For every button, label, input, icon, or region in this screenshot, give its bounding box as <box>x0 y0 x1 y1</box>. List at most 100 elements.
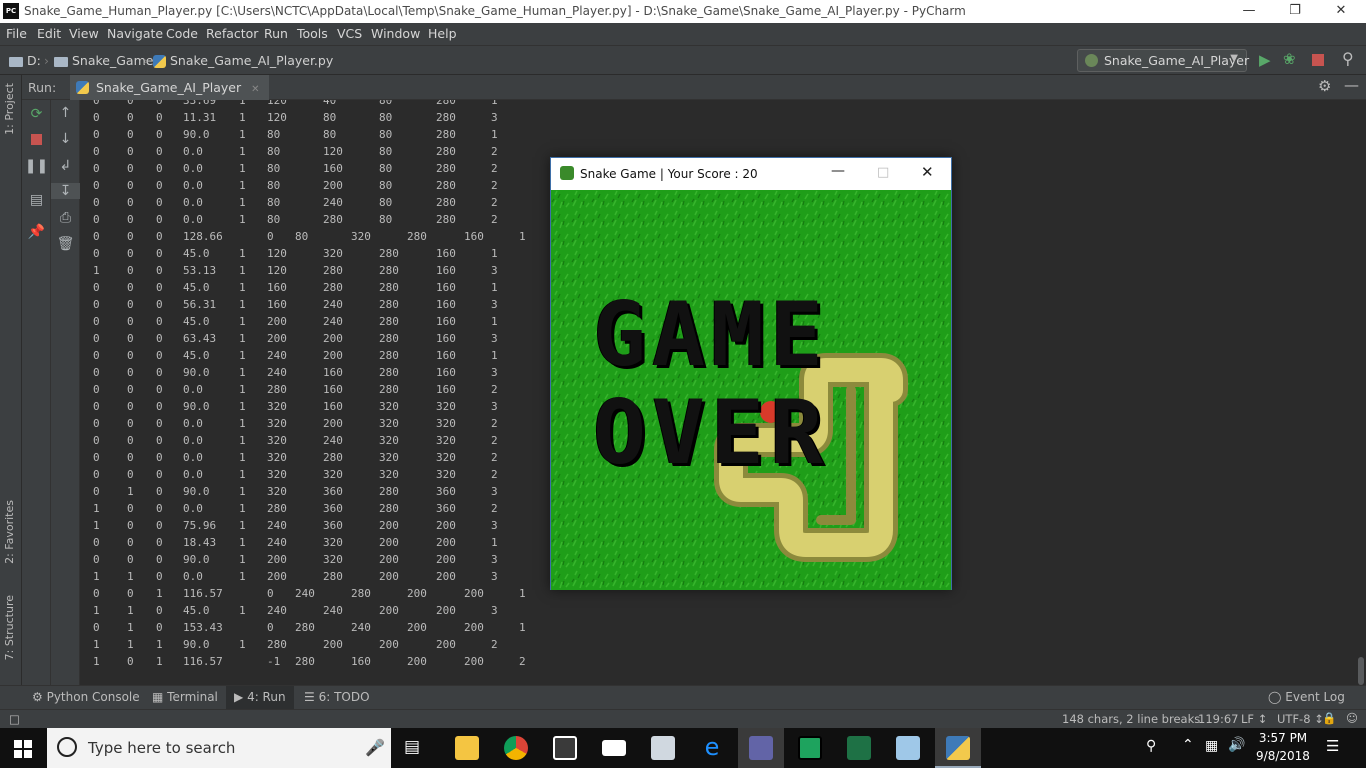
menu-window[interactable]: Window <box>371 26 420 41</box>
menu-file[interactable]: File <box>6 26 27 41</box>
scroll-to-end-icon[interactable]: ↧ <box>51 183 80 199</box>
close-tab-icon[interactable]: ✕ <box>251 84 259 95</box>
tab-todo[interactable]: ☰ 6: TODO <box>304 690 370 704</box>
notes-icon[interactable] <box>896 736 920 760</box>
network-icon[interactable]: ▦ <box>1205 738 1218 754</box>
volume-icon[interactable]: 🔊 <box>1228 737 1245 753</box>
mail-icon[interactable] <box>602 740 626 756</box>
pin-icon[interactable]: 📌 <box>22 224 51 240</box>
close-icon[interactable]: ✕ <box>921 163 934 181</box>
tab-python-console[interactable]: ⚙ Python Console <box>32 690 140 704</box>
teams-button[interactable] <box>738 728 784 768</box>
tab-todo-label: 6: TODO <box>318 690 370 704</box>
run-tab[interactable]: Snake_Game_AI_Player ✕ <box>70 75 270 100</box>
game-window[interactable]: Snake Game | Your Score : 20 — □ ✕ GAME … <box>550 157 952 590</box>
menu-help[interactable]: Help <box>428 26 457 41</box>
console-cell: 320 <box>379 434 399 447</box>
python-icon <box>946 736 970 760</box>
breadcrumb-drive[interactable]: D: <box>9 53 41 68</box>
console-cell: 2 <box>491 417 498 430</box>
menu-tools[interactable]: Tools <box>297 26 328 41</box>
pause-icon[interactable]: ❚❚ <box>22 158 51 174</box>
console-cell: 1 <box>239 400 246 413</box>
clock-time[interactable]: 3:57 PM <box>1258 731 1308 745</box>
console-cell: 320 <box>267 434 287 447</box>
run-icon[interactable]: ▶ <box>1259 51 1271 69</box>
run-configuration-select[interactable]: Snake_Game_AI_Player ▼ <box>1077 49 1249 72</box>
minimize-icon[interactable]: — <box>831 163 845 179</box>
console-cell: 0 <box>93 100 100 107</box>
tab-event-log[interactable]: ◯ Event Log <box>1268 690 1345 704</box>
tab-favorites[interactable]: 2: Favorites <box>3 500 16 564</box>
breadcrumb-folder-label: Snake_Game <box>71 53 154 68</box>
trash-icon[interactable]: 🗑 <box>51 236 80 252</box>
console-cell: 280 <box>323 570 343 583</box>
menu-run[interactable]: Run <box>264 26 288 41</box>
menu-vcs[interactable]: VCS <box>337 26 362 41</box>
excel-icon[interactable] <box>847 736 871 760</box>
close-icon[interactable]: ✕ <box>1318 0 1364 23</box>
search-icon[interactable]: ⚲ <box>1342 49 1354 68</box>
chevron-up-icon[interactable]: ⌃ <box>1182 737 1194 753</box>
tab-terminal[interactable]: ▦ Terminal <box>152 690 218 704</box>
run-panel-label: Run: <box>28 80 57 95</box>
layout-icon[interactable]: ▤ <box>22 192 51 208</box>
menu-edit[interactable]: Edit <box>37 26 61 41</box>
windows-start-icon[interactable] <box>14 740 32 758</box>
stop-icon[interactable] <box>1312 54 1324 66</box>
file-explorer-icon[interactable] <box>455 736 479 760</box>
console-cell: 3 <box>491 366 498 379</box>
clock-date[interactable]: 9/8/2018 <box>1256 749 1310 763</box>
console-cell: 0 <box>156 349 163 362</box>
console-cell: 0 <box>156 553 163 566</box>
console-cell: 280 <box>379 332 399 345</box>
game-canvas[interactable]: GAME OVER <box>551 190 951 590</box>
print-icon[interactable]: ⎙ <box>51 210 80 226</box>
pycharm-taskbar-icon[interactable] <box>798 736 822 760</box>
console-cell: 320 <box>323 468 343 481</box>
stop-run-icon[interactable] <box>22 133 51 149</box>
arrow-down-icon[interactable]: ↓ <box>51 131 80 147</box>
tab-run[interactable]: ▶ 4: Run <box>226 686 294 710</box>
tab-project[interactable]: 1: Project <box>3 83 16 135</box>
minimize-icon[interactable]: — <box>1226 0 1272 23</box>
snipping-tool-icon[interactable] <box>651 736 675 760</box>
python-game-button[interactable] <box>935 728 981 768</box>
console-scrollbar[interactable] <box>1358 657 1364 685</box>
file-encoding[interactable]: UTF-8 ↕ <box>1277 712 1324 726</box>
taskbar-search-box[interactable]: Type here to search 🎤 <box>47 728 391 768</box>
store-icon[interactable] <box>553 736 577 760</box>
debug-icon[interactable]: ❀ <box>1283 50 1296 68</box>
console-cell: 320 <box>379 451 399 464</box>
soft-wrap-icon[interactable]: ↲ <box>51 158 80 174</box>
lock-icon[interactable]: 🔒 <box>1322 711 1336 725</box>
arrow-up-icon[interactable]: ↑ <box>51 105 80 121</box>
rerun-icon[interactable]: ⟳ <box>22 106 51 122</box>
toggle-tool-windows-icon[interactable]: □ <box>9 712 20 726</box>
inspector-icon[interactable]: ☺ <box>1346 711 1358 725</box>
breadcrumb-folder[interactable]: Snake_Game <box>54 53 153 68</box>
windows-taskbar: Type here to search 🎤 ▤ e ⚲ ⌃ ▦ 🔊 3:57 P… <box>0 728 1366 768</box>
menu-code[interactable]: Code <box>166 26 198 41</box>
hide-panel-icon[interactable]: — <box>1344 76 1359 94</box>
microphone-icon[interactable]: 🎤 <box>365 738 385 757</box>
breadcrumb-file[interactable]: Snake_Game_AI_Player.py <box>153 53 333 68</box>
line-separator[interactable]: LF ↕ <box>1241 712 1267 726</box>
edge-icon[interactable]: e <box>700 735 724 760</box>
menu-view[interactable]: View <box>69 26 99 41</box>
task-view-icon[interactable]: ▤ <box>404 737 420 757</box>
console-cell: 280 <box>379 281 399 294</box>
notifications-icon[interactable]: ☰ <box>1326 737 1339 755</box>
menu-navigate[interactable]: Navigate <box>107 26 163 41</box>
tab-structure[interactable]: 7: Structure <box>3 595 16 660</box>
chrome-icon[interactable] <box>504 736 528 760</box>
people-icon[interactable]: ⚲ <box>1146 738 1156 754</box>
menu-refactor[interactable]: Refactor <box>206 26 258 41</box>
gear-icon[interactable]: ⚙ <box>1318 77 1331 95</box>
console-cell: 0 <box>93 383 100 396</box>
console-cell: 1 <box>156 638 163 651</box>
caret-position[interactable]: 119:67 <box>1198 712 1238 726</box>
console-cell: 1 <box>239 111 246 124</box>
restore-icon[interactable]: ❐ <box>1272 0 1318 23</box>
console-cell: 0 <box>156 366 163 379</box>
